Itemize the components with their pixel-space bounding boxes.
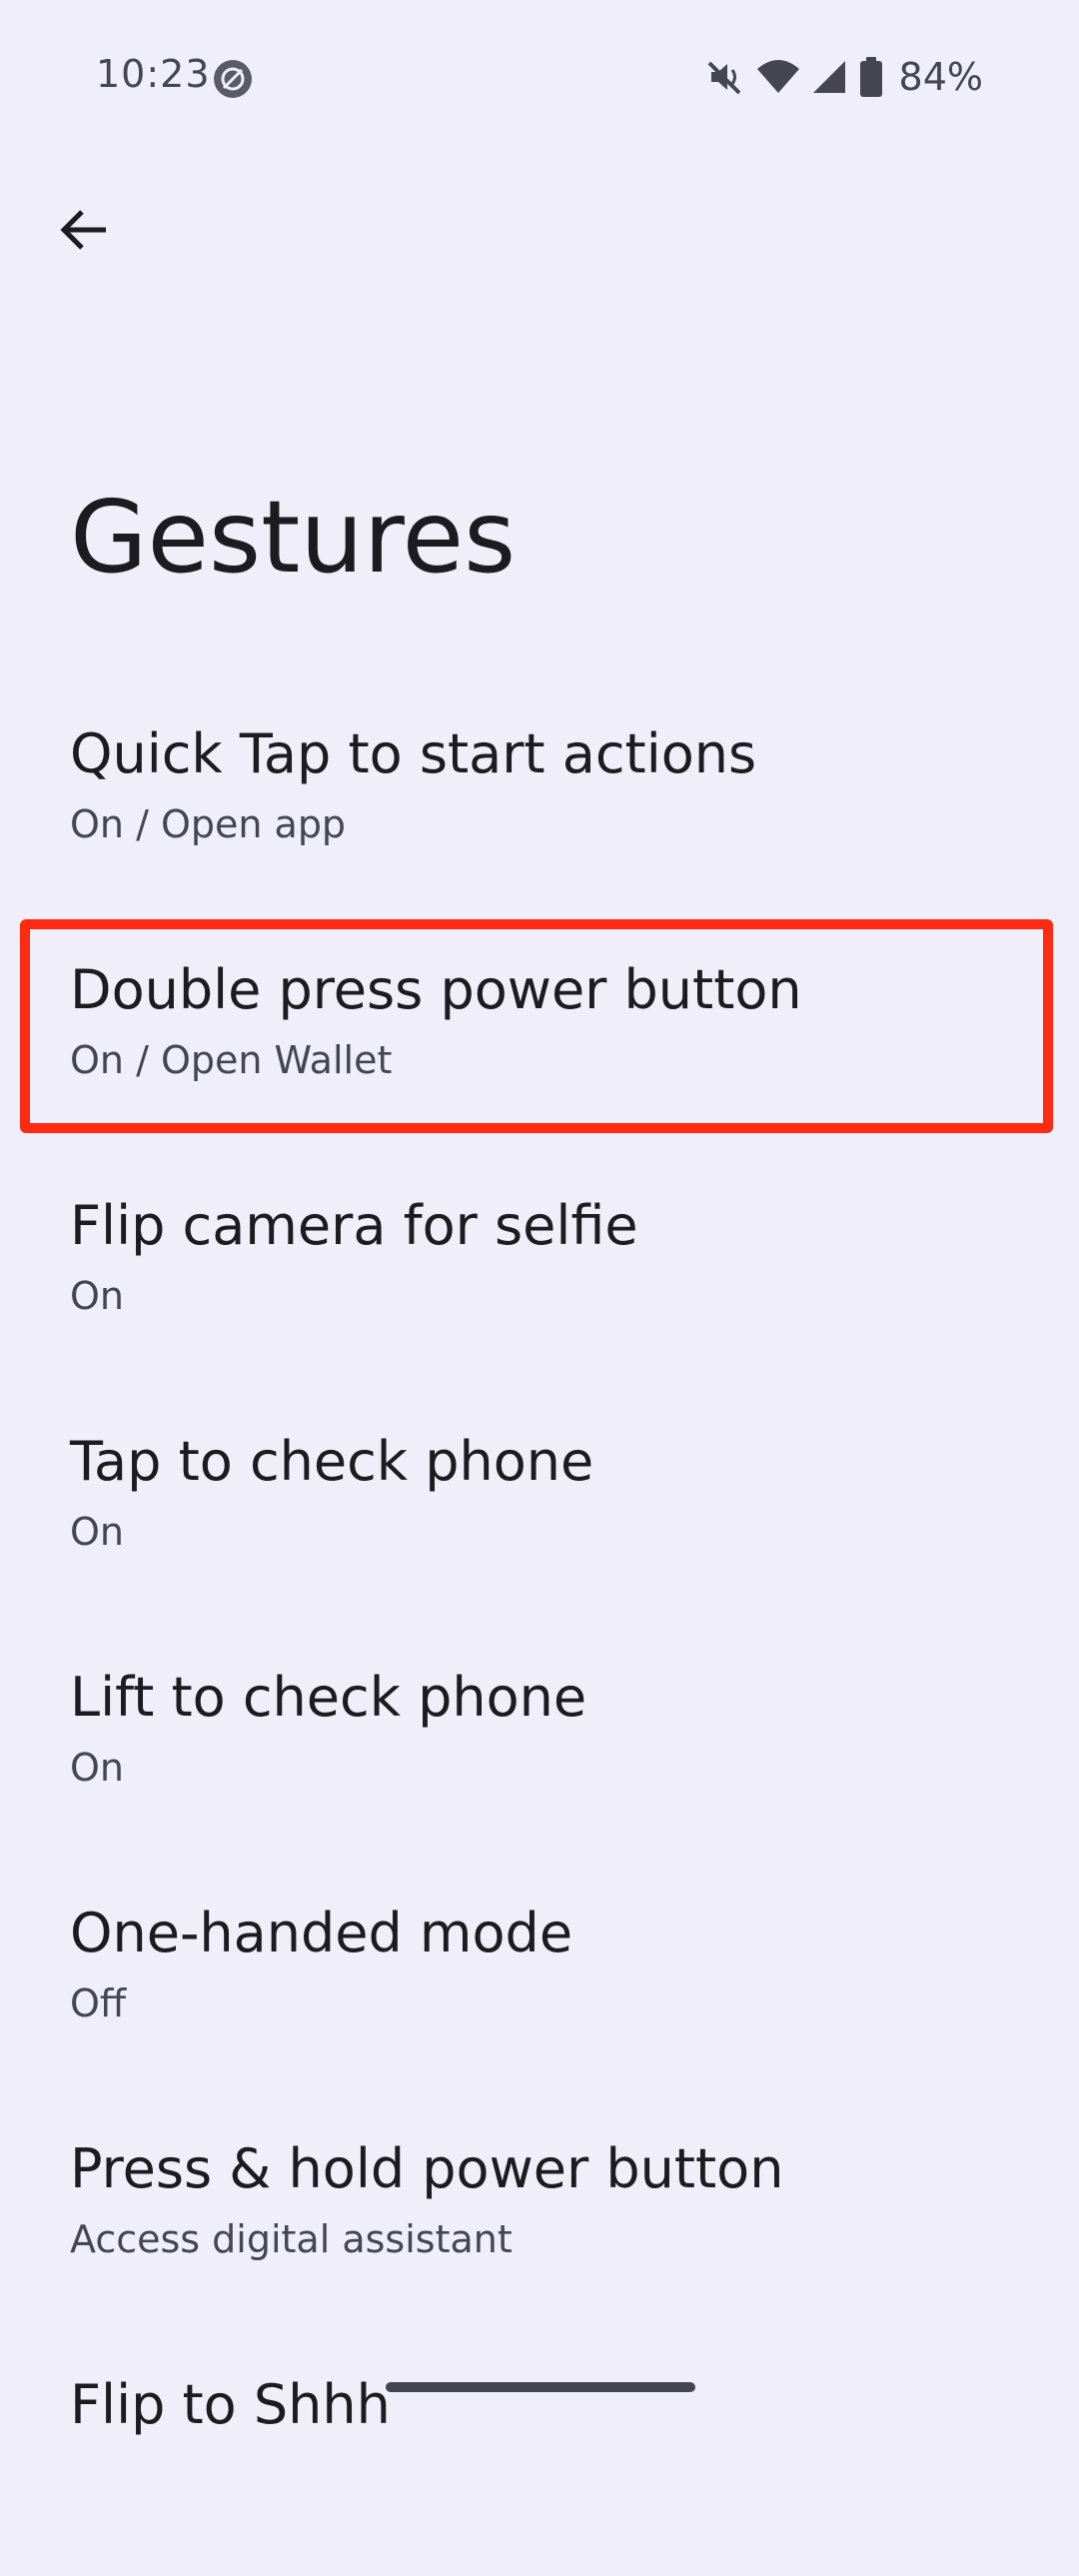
highlight-box	[20, 919, 1053, 1133]
wifi-icon	[755, 57, 801, 97]
battery-icon	[859, 56, 883, 98]
status-bar: 10:23 84%	[0, 0, 1079, 150]
app-notification-icon	[212, 58, 254, 100]
setting-title: Quick Tap to start actions	[70, 722, 757, 785]
setting-quick-tap[interactable]: Quick Tap to start actions On / Open app	[0, 689, 1079, 925]
battery-percentage: 84%	[898, 55, 983, 99]
mute-icon	[705, 57, 745, 97]
setting-tap-to-check[interactable]: Tap to check phone On	[0, 1397, 1079, 1633]
setting-summary: Access digital assistant	[70, 2217, 513, 2261]
setting-lift-to-check[interactable]: Lift to check phone On	[0, 1633, 1079, 1869]
setting-press-hold-power[interactable]: Press & hold power button Access digital…	[0, 2104, 1079, 2340]
setting-summary: On	[70, 1746, 124, 1790]
setting-title: Flip to Shhh	[70, 2373, 391, 2436]
setting-title: One-handed mode	[70, 1902, 573, 1964]
signal-icon	[811, 57, 849, 97]
setting-title: Press & hold power button	[70, 2137, 784, 2200]
setting-summary: On	[70, 1510, 124, 1554]
back-arrow-icon	[58, 204, 110, 260]
setting-summary: On / Open app	[70, 802, 347, 846]
setting-title: Tap to check phone	[70, 1430, 594, 1493]
status-icons: 84%	[705, 52, 983, 102]
status-time: 10:23	[96, 52, 211, 96]
gesture-nav-handle[interactable]	[386, 2382, 695, 2392]
setting-summary: Off	[70, 1981, 127, 2025]
setting-title: Lift to check phone	[70, 1666, 587, 1729]
setting-flip-camera[interactable]: Flip camera for selfie On	[0, 1161, 1079, 1397]
back-button[interactable]	[44, 192, 124, 272]
setting-title: Flip camera for selfie	[70, 1194, 638, 1257]
setting-one-handed-mode[interactable]: One-handed mode Off	[0, 1869, 1079, 2104]
setting-summary: On	[70, 1274, 124, 1318]
page-title: Gestures	[70, 479, 517, 596]
setting-flip-to-shhh[interactable]: Flip to Shhh	[0, 2340, 1079, 2576]
